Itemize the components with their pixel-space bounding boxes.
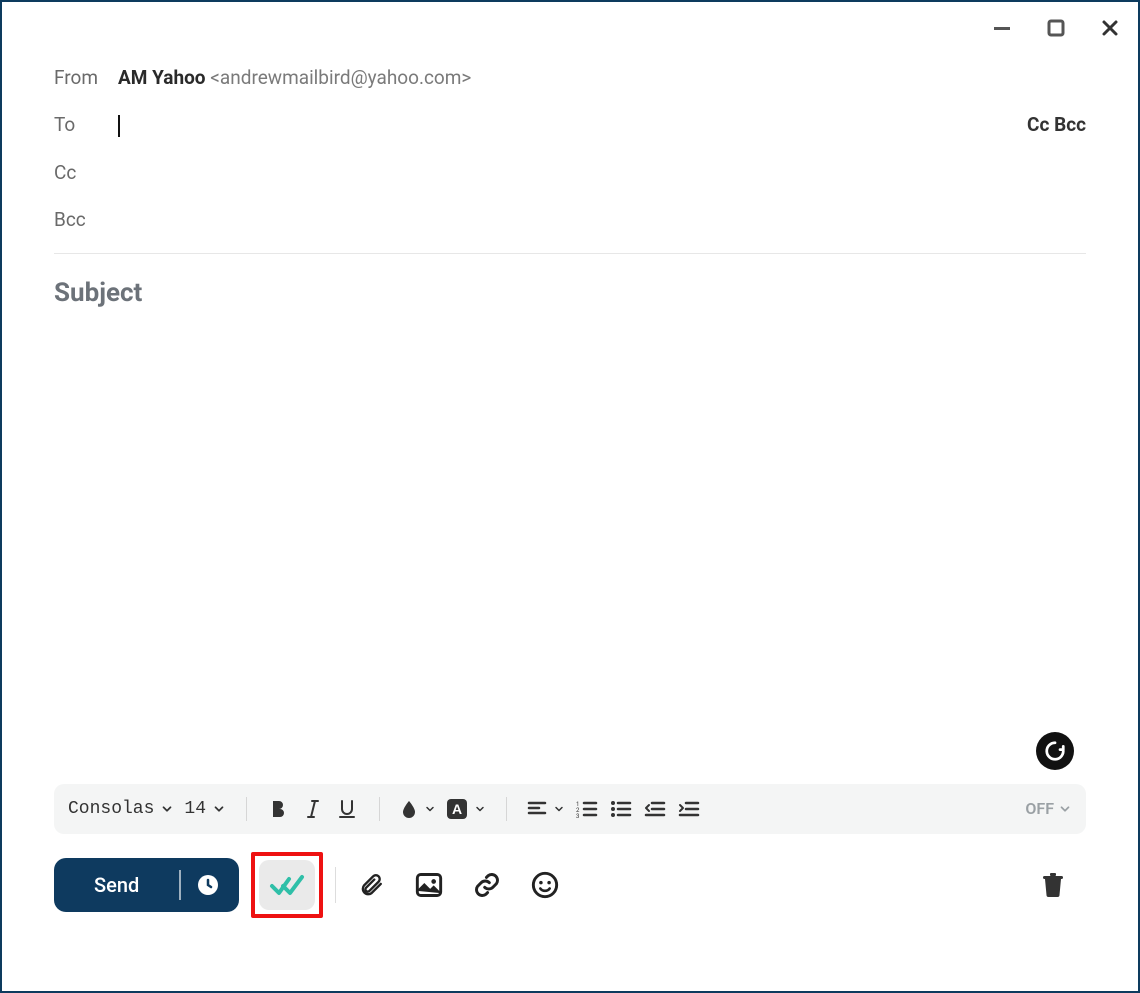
compose-window: From AM Yahoo <andrewmailbird@yahoo.com>… (0, 0, 1140, 993)
separator (506, 797, 507, 821)
chevron-down-icon (553, 803, 565, 815)
separator (335, 867, 336, 903)
font-family-select[interactable]: Consolas (68, 799, 174, 819)
off-label: OFF (1025, 799, 1054, 818)
svg-text:3: 3 (576, 813, 579, 818)
text-cursor (118, 115, 120, 137)
double-check-icon (269, 873, 305, 897)
action-toolbar: Send (54, 852, 1086, 918)
chevron-down-icon (1058, 802, 1072, 816)
grammarly-icon[interactable] (1036, 732, 1074, 770)
ordered-list-button[interactable]: 123 (575, 800, 599, 818)
cc-label: Cc (54, 161, 118, 184)
drop-icon (400, 799, 418, 819)
attach-button[interactable] (348, 862, 394, 908)
unordered-list-button[interactable] (609, 800, 633, 818)
bcc-row: Bcc (54, 196, 1086, 243)
discard-button[interactable] (1030, 862, 1076, 908)
indent-icon (678, 800, 700, 818)
clock-icon (196, 873, 220, 897)
send-button[interactable]: Send (54, 858, 239, 912)
align-button[interactable] (527, 800, 565, 818)
format-toolbar: Consolas 14 A (54, 784, 1086, 834)
unordered-list-icon (610, 800, 632, 818)
highlight-color-button[interactable]: A (446, 798, 486, 820)
align-left-icon (527, 800, 547, 818)
from-account[interactable]: AM Yahoo <andrewmailbird@yahoo.com> (118, 66, 471, 89)
read-receipt-highlight (251, 852, 323, 918)
italic-button[interactable] (301, 799, 325, 819)
link-icon (473, 871, 501, 899)
font-size-label: 14 (184, 799, 206, 819)
svg-text:A: A (452, 801, 462, 817)
outdent-icon (644, 800, 666, 818)
schedule-send-button[interactable] (181, 858, 235, 912)
from-email: <andrewmailbird@yahoo.com> (210, 66, 471, 89)
to-row: To Cc Bcc (54, 101, 1086, 149)
header-divider (54, 253, 1086, 254)
chevron-down-icon (474, 803, 486, 815)
bcc-label: Bcc (54, 208, 118, 231)
highlight-icon: A (446, 798, 468, 820)
font-size-select[interactable]: 14 (184, 799, 226, 819)
to-label: To (54, 113, 118, 136)
from-row: From AM Yahoo <andrewmailbird@yahoo.com> (54, 54, 1086, 101)
from-label: From (54, 66, 118, 89)
bold-button[interactable] (267, 799, 291, 819)
insert-image-button[interactable] (406, 862, 452, 908)
ordered-list-icon: 123 (576, 800, 598, 818)
indent-button[interactable] (677, 800, 701, 818)
chevron-down-icon (160, 802, 174, 816)
formatting-off-toggle[interactable]: OFF (1025, 799, 1072, 818)
smile-icon (531, 871, 559, 899)
chevron-down-icon (424, 803, 436, 815)
paperclip-icon (358, 871, 384, 899)
image-icon (415, 872, 443, 898)
minimize-button[interactable] (984, 10, 1020, 46)
send-label: Send (54, 870, 181, 900)
text-color-button[interactable] (400, 799, 436, 819)
to-input[interactable] (118, 113, 120, 137)
maximize-button[interactable] (1038, 10, 1074, 46)
underline-button[interactable] (335, 799, 359, 819)
from-name: AM Yahoo (118, 66, 206, 89)
trash-icon (1041, 871, 1065, 899)
chevron-down-icon (212, 802, 226, 816)
separator (246, 797, 247, 821)
subject-field[interactable]: Subject (54, 272, 1086, 316)
insert-link-button[interactable] (464, 862, 510, 908)
separator (379, 797, 380, 821)
close-button[interactable] (1092, 10, 1128, 46)
cc-row: Cc (54, 149, 1086, 196)
cc-bcc-toggle[interactable]: Cc Bcc (1027, 113, 1086, 136)
emoji-button[interactable] (522, 862, 568, 908)
read-receipt-button[interactable] (259, 860, 315, 910)
font-family-label: Consolas (68, 799, 154, 819)
window-controls (984, 10, 1128, 46)
message-body[interactable] (54, 316, 1086, 776)
outdent-button[interactable] (643, 800, 667, 818)
compose-content: From AM Yahoo <andrewmailbird@yahoo.com>… (2, 2, 1138, 918)
